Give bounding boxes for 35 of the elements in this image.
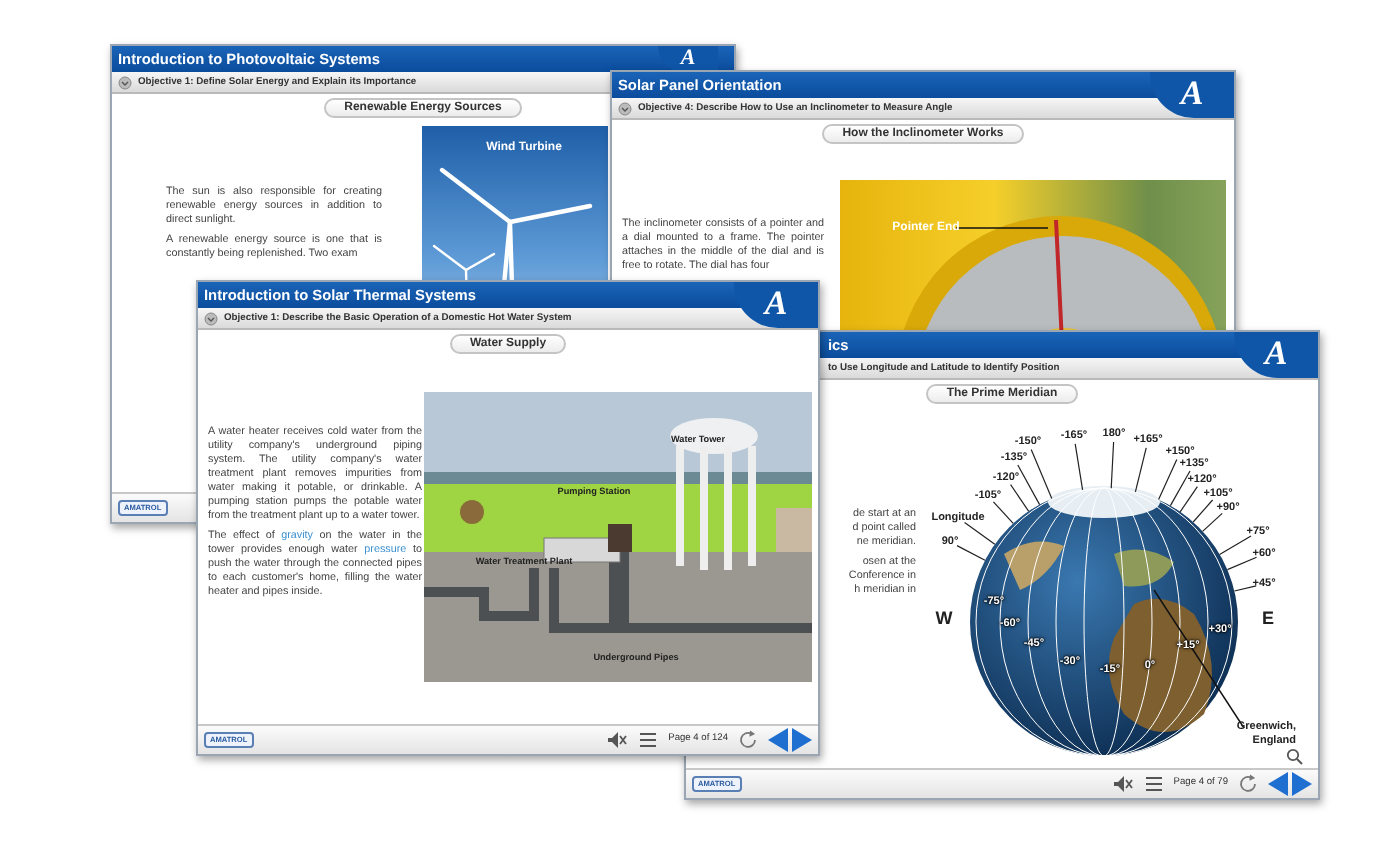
speaker-muted-icon: [606, 730, 629, 750]
menu-icon: [1143, 774, 1164, 794]
refresh-button[interactable]: [738, 730, 758, 750]
refresh-button[interactable]: [1238, 774, 1258, 794]
app-logo: A: [658, 46, 718, 72]
previous-button[interactable]: [1268, 772, 1288, 796]
next-icon: [792, 728, 812, 752]
app-logo: A: [1234, 332, 1318, 378]
next-button[interactable]: [1292, 772, 1312, 796]
refresh-icon: [1238, 774, 1258, 794]
previous-button[interactable]: [768, 728, 788, 752]
mute-button[interactable]: [606, 730, 629, 750]
leader-line: [1202, 512, 1223, 532]
chevron-icon[interactable]: [204, 311, 218, 325]
leader-line: [1074, 443, 1084, 491]
chevron-icon[interactable]: [118, 75, 132, 89]
speaker-muted-icon: [1111, 774, 1134, 794]
next-icon: [1292, 772, 1312, 796]
chevron-icon[interactable]: [618, 101, 632, 115]
app-logo: A: [1150, 72, 1234, 118]
app-logo: A: [734, 282, 818, 328]
next-button[interactable]: [792, 728, 812, 752]
diagram-label: E: [1262, 608, 1274, 628]
leader-line: [1219, 535, 1252, 555]
diagram-label: W: [935, 608, 953, 628]
menu-button[interactable]: [638, 730, 659, 750]
mute-button[interactable]: [1111, 774, 1134, 794]
menu-button[interactable]: [1143, 774, 1164, 794]
zoom-icon[interactable]: [1286, 748, 1304, 766]
leader-line: [1110, 441, 1115, 489]
previous-icon: [1268, 772, 1288, 796]
leader-line: [1134, 447, 1147, 493]
menu-icon: [638, 730, 659, 750]
refresh-icon: [738, 730, 758, 750]
previous-icon: [768, 728, 788, 752]
